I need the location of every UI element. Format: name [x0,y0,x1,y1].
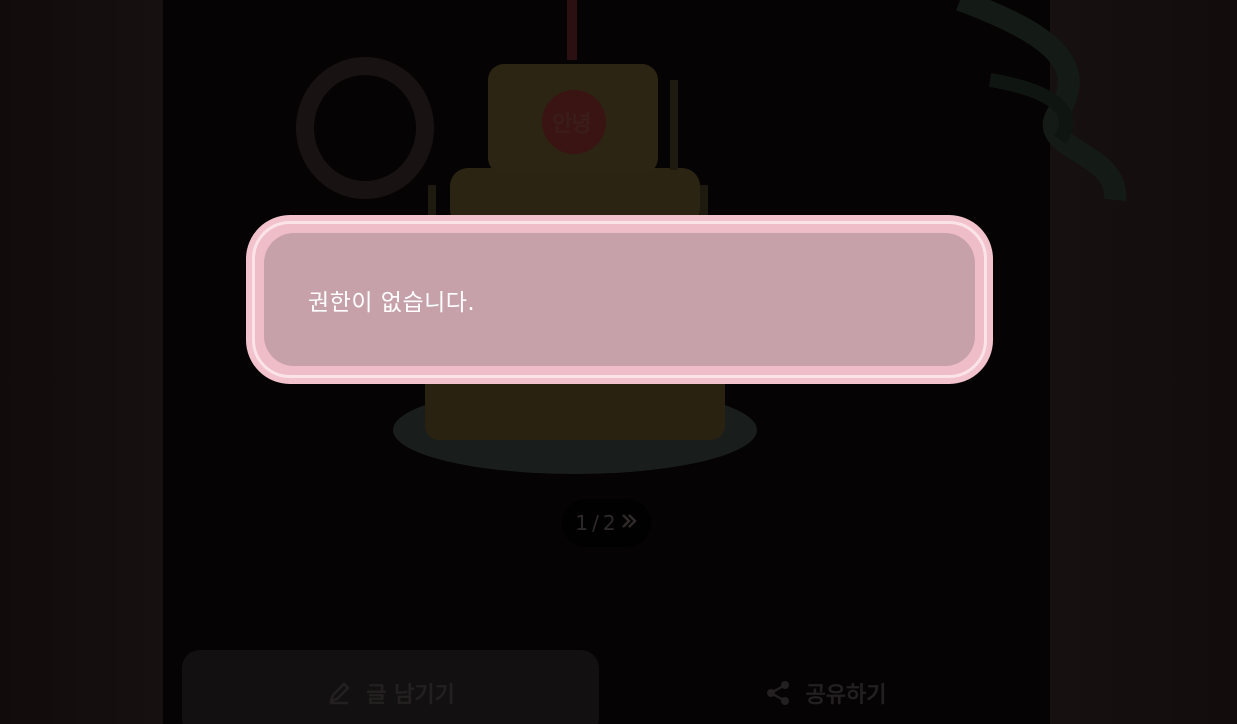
share-icon [764,679,792,707]
write-message-button[interactable]: 글 남기기 [182,650,599,724]
alert-message: 권한이 없습니다. [308,289,476,316]
alert-body: 권한이 없습니다. [264,233,975,366]
pen-icon [326,680,352,706]
share-label: 공유하기 [805,683,887,708]
permission-alert-dialog[interactable]: 권한이 없습니다. [246,215,993,384]
total-pages: 2 [602,511,616,535]
right-ribbon-decoration [956,0,1127,202]
current-page: 1 [575,511,589,535]
page-indicator[interactable]: 1 / 2 [562,499,651,547]
candle [670,80,678,170]
left-balloon-decoration [296,57,434,199]
candle [567,0,577,60]
share-button[interactable]: 공유하기 [620,650,1030,724]
double-chevron-right-icon[interactable] [620,512,638,535]
write-message-label: 글 남기기 [366,683,455,708]
page-separator: / [592,511,599,535]
cake-label: 안녕 [552,112,591,137]
alert-frame: 권한이 없습니다. [252,221,987,378]
page: 안녕 1 / 2 글 남기기 공유하기 권한이 없습니다. [0,0,1237,724]
